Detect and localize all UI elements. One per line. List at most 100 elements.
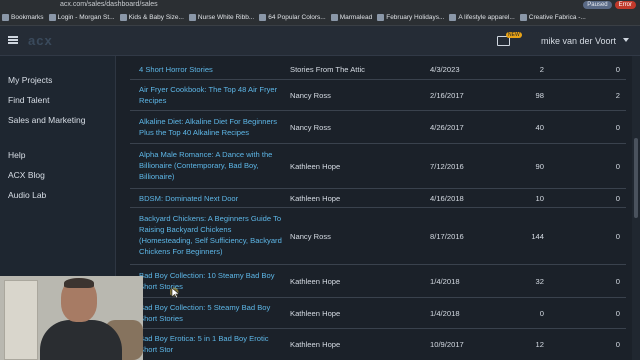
count-cell: 0 [615, 194, 620, 203]
webcam-presenter-body [40, 320, 122, 360]
date-cell: 8/17/2016 [430, 232, 464, 241]
count-cell: 98 [535, 91, 544, 100]
webcam-overlay [0, 276, 143, 360]
webcam-presenter-hair [64, 278, 94, 288]
table-row: 4 Short Horror Stories Stories From The … [130, 60, 626, 80]
bookmark-icon [449, 14, 457, 21]
date-cell: 4/3/2023 [430, 65, 460, 74]
bookmark-item[interactable]: Login - Morgan St... [48, 14, 115, 21]
table-row: Backyard Chickens: A Beginners Guide To … [130, 208, 626, 265]
author-cell: Kathleen Hope [290, 194, 341, 203]
bookmark-item[interactable]: Creative Fabrica -... [519, 14, 586, 21]
webcam-door [4, 280, 38, 360]
bookmark-icon [188, 14, 196, 21]
author-cell: Kathleen Hope [290, 277, 341, 286]
star-icon [2, 14, 9, 21]
date-cell: 4/16/2018 [430, 194, 464, 203]
table-row: BDSM: Dominated Next Door Kathleen Hope … [130, 189, 626, 208]
book-title-link[interactable]: Backyard Chickens: A Beginners Guide To … [139, 213, 285, 257]
bookmark-item[interactable]: Nurse White Ribb... [188, 14, 254, 21]
author-cell: Stories From The Attic [290, 65, 365, 74]
count-cell: 40 [535, 123, 544, 132]
hamburger-menu-icon[interactable] [8, 36, 18, 44]
screen: acx.com/sales/dashboard/sales Paused Err… [0, 0, 640, 360]
bookmark-icon [377, 14, 385, 21]
address-bar[interactable]: acx.com/sales/dashboard/sales Paused Err… [0, 0, 640, 10]
bookmark-item[interactable]: 64 Popular Colors... [259, 14, 326, 21]
bookmark-item[interactable]: Bookmarks [2, 14, 44, 21]
sidebar-item-audio-lab[interactable]: Audio Lab [8, 190, 46, 200]
count-cell: 0 [615, 65, 620, 74]
table-row: Bad Boy Erotica: 5 in 1 Bad Boy Erotic S… [130, 329, 626, 360]
bookmark-item[interactable]: A lifestyle apparel... [449, 14, 515, 21]
date-cell: 1/4/2018 [430, 309, 460, 318]
page-scrollbar[interactable] [632, 56, 640, 360]
browser-chrome: acx.com/sales/dashboard/sales Paused Err… [0, 0, 640, 26]
count-cell: 0 [615, 123, 620, 132]
bookmark-icon [519, 14, 527, 21]
date-cell: 1/4/2018 [430, 277, 460, 286]
mail-badge: NEW [506, 32, 522, 38]
sidebar-item-help[interactable]: Help [8, 150, 25, 160]
url-text[interactable]: acx.com/sales/dashboard/sales [60, 0, 158, 9]
count-cell: 0 [615, 232, 620, 241]
bookmark-item[interactable]: Kids & Baby Size... [119, 14, 184, 21]
author-cell: Kathleen Hope [290, 162, 341, 171]
error-badge[interactable]: Error [614, 1, 636, 9]
bookmark-item[interactable]: February Holidays... [377, 14, 444, 21]
bookmark-icon [48, 14, 56, 21]
count-cell: 2 [539, 65, 544, 74]
table-row: Alkaline Diet: Alkaline Diet For Beginne… [130, 111, 626, 144]
sidebar-item-find-talent[interactable]: Find Talent [8, 95, 49, 105]
author-cell: Nancy Ross [290, 123, 331, 132]
table-row: Alpha Male Romance: A Dance with the Bil… [130, 144, 626, 189]
date-cell: 4/26/2017 [430, 123, 464, 132]
bookmark-item[interactable]: Marmalead [330, 14, 372, 21]
browser-controls: Paused Error [583, 0, 636, 10]
book-title-link[interactable]: Alkaline Diet: Alkaline Diet For Beginne… [139, 116, 285, 138]
scrollbar-thumb[interactable] [634, 138, 638, 218]
user-name[interactable]: mike van der Voort [541, 36, 616, 46]
bookmarks-bar: Bookmarks Login - Morgan St... Kids & Ba… [0, 10, 640, 26]
author-cell: Nancy Ross [290, 232, 331, 241]
count-cell: 32 [535, 277, 544, 286]
count-cell: 0 [615, 277, 620, 286]
date-cell: 7/12/2016 [430, 162, 464, 171]
count-cell: 90 [535, 162, 544, 171]
count-cell: 144 [531, 232, 544, 241]
bookmark-icon [259, 14, 267, 21]
author-cell: Nancy Ross [290, 91, 331, 100]
sidebar-item-my-projects[interactable]: My Projects [8, 75, 52, 85]
table-row: Bad Boy Collection: 5 Steamy Bad Boy Sho… [130, 298, 626, 329]
mouse-cursor-icon [170, 287, 180, 299]
author-cell: Kathleen Hope [290, 309, 341, 318]
chevron-down-icon[interactable] [623, 38, 629, 42]
book-title-link[interactable]: Bad Boy Erotica: 5 in 1 Bad Boy Erotic S… [139, 333, 285, 355]
book-title-link[interactable]: Alpha Male Romance: A Dance with the Bil… [139, 149, 285, 182]
count-cell: 2 [615, 91, 620, 100]
count-cell: 0 [615, 309, 620, 318]
count-cell: 10 [535, 194, 544, 203]
author-cell: Kathleen Hope [290, 340, 341, 349]
count-cell: 0 [539, 309, 544, 318]
app-header: acx NEW mike van der Voort [0, 26, 640, 56]
date-cell: 2/16/2017 [430, 91, 464, 100]
table-row: Air Fryer Cookbook: The Top 48 Air Fryer… [130, 80, 626, 111]
book-title-link[interactable]: Bad Boy Collection: 10 Steamy Bad Boy Sh… [139, 270, 285, 292]
book-title-link[interactable]: BDSM: Dominated Next Door [139, 193, 285, 204]
bookmark-icon [119, 14, 127, 21]
book-title-link[interactable]: 4 Short Horror Stories [139, 64, 285, 75]
count-cell: 0 [615, 340, 620, 349]
book-title-link[interactable]: Bad Boy Collection: 5 Steamy Bad Boy Sho… [139, 302, 285, 324]
count-cell: 0 [615, 162, 620, 171]
bookmark-icon [330, 14, 338, 21]
count-cell: 12 [535, 340, 544, 349]
sidebar-item-sales-and-marketing[interactable]: Sales and Marketing [8, 115, 86, 125]
acx-logo[interactable]: acx [28, 33, 53, 48]
sidebar-item-acx-blog[interactable]: ACX Blog [8, 170, 45, 180]
table-row: Bad Boy Collection: 10 Steamy Bad Boy Sh… [130, 265, 626, 298]
book-title-link[interactable]: Air Fryer Cookbook: The Top 48 Air Fryer… [139, 84, 285, 106]
sales-dashboard: 4 Short Horror Stories Stories From The … [116, 56, 630, 360]
paused-badge[interactable]: Paused [583, 1, 612, 9]
date-cell: 10/9/2017 [430, 340, 464, 349]
